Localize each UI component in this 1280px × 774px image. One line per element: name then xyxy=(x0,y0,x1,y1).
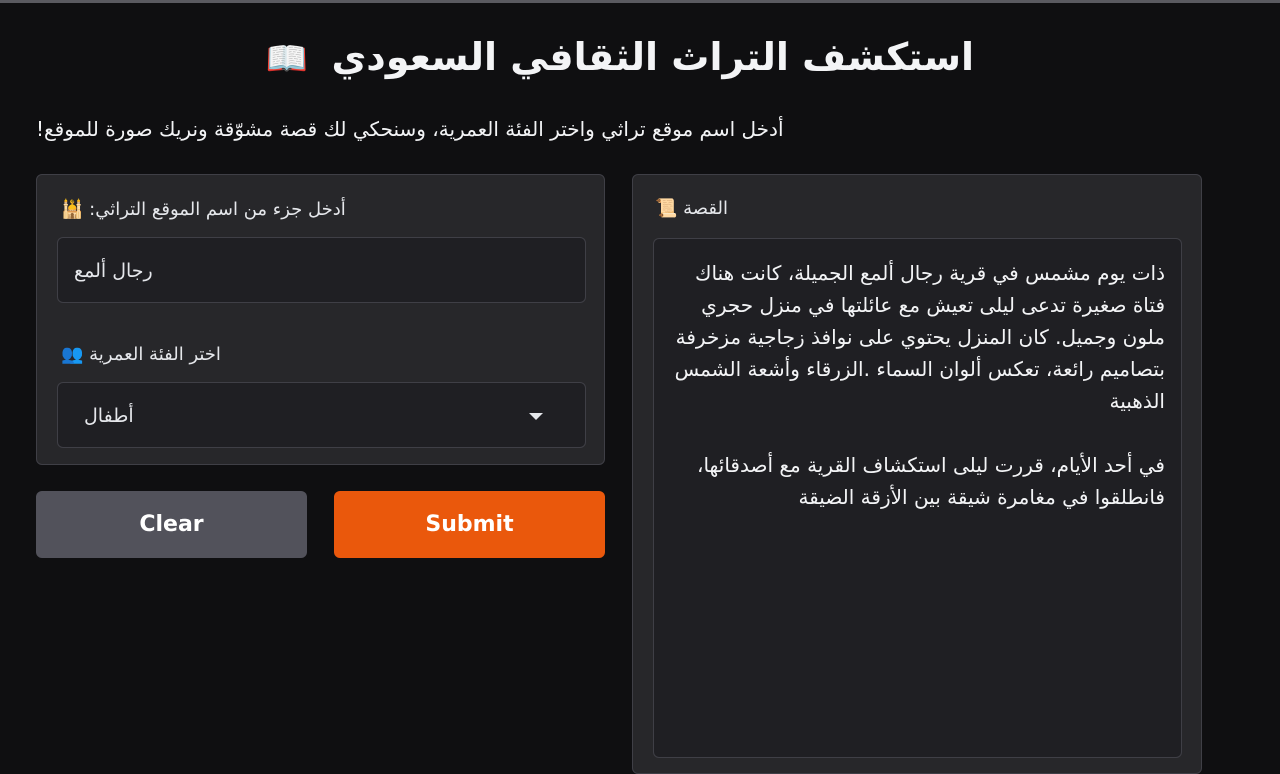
people-icon: 👥 xyxy=(61,344,84,365)
page-title-text: استكشف التراث الثقافي السعودي xyxy=(331,35,975,79)
site-name-label-text: :أدخل جزء من اسم الموقع التراثي xyxy=(89,199,346,220)
input-panel: 🕌 :أدخل جزء من اسم الموقع التراثي رجال أ… xyxy=(36,174,605,465)
site-name-input[interactable]: رجال ألمع xyxy=(57,237,586,303)
page-title: 📖 استكشف التراث الثقافي السعودي xyxy=(0,30,1240,86)
chevron-down-icon xyxy=(529,413,543,420)
clear-button[interactable]: Clear xyxy=(36,491,307,558)
story-textbox[interactable]: ذات يوم مشمس في قرية رجال ألمع الجميلة، … xyxy=(653,238,1182,758)
story-panel: 📜 القصة ذات يوم مشمس في قرية رجال ألمع ا… xyxy=(632,174,1202,774)
age-group-label-text: اختر الفئة العمرية xyxy=(89,344,221,365)
story-label: 📜 القصة xyxy=(655,196,728,222)
page-description: !أدخل اسم موقع تراثي واختر الفئة العمرية… xyxy=(36,117,784,141)
book-icon: 📖 xyxy=(265,39,309,79)
age-group-selected-value: أطفال xyxy=(84,405,134,427)
age-group-label: 👥 اختر الفئة العمرية xyxy=(61,342,221,368)
age-group-dropdown[interactable]: أطفال xyxy=(57,382,586,448)
submit-button[interactable]: Submit xyxy=(334,491,605,558)
scroll-icon: 📜 xyxy=(655,198,678,219)
story-label-text: القصة xyxy=(683,198,729,219)
site-name-label: 🕌 :أدخل جزء من اسم الموقع التراثي xyxy=(61,197,346,223)
browser-top-strip xyxy=(0,0,1280,3)
mosque-icon: 🕌 xyxy=(61,199,84,220)
